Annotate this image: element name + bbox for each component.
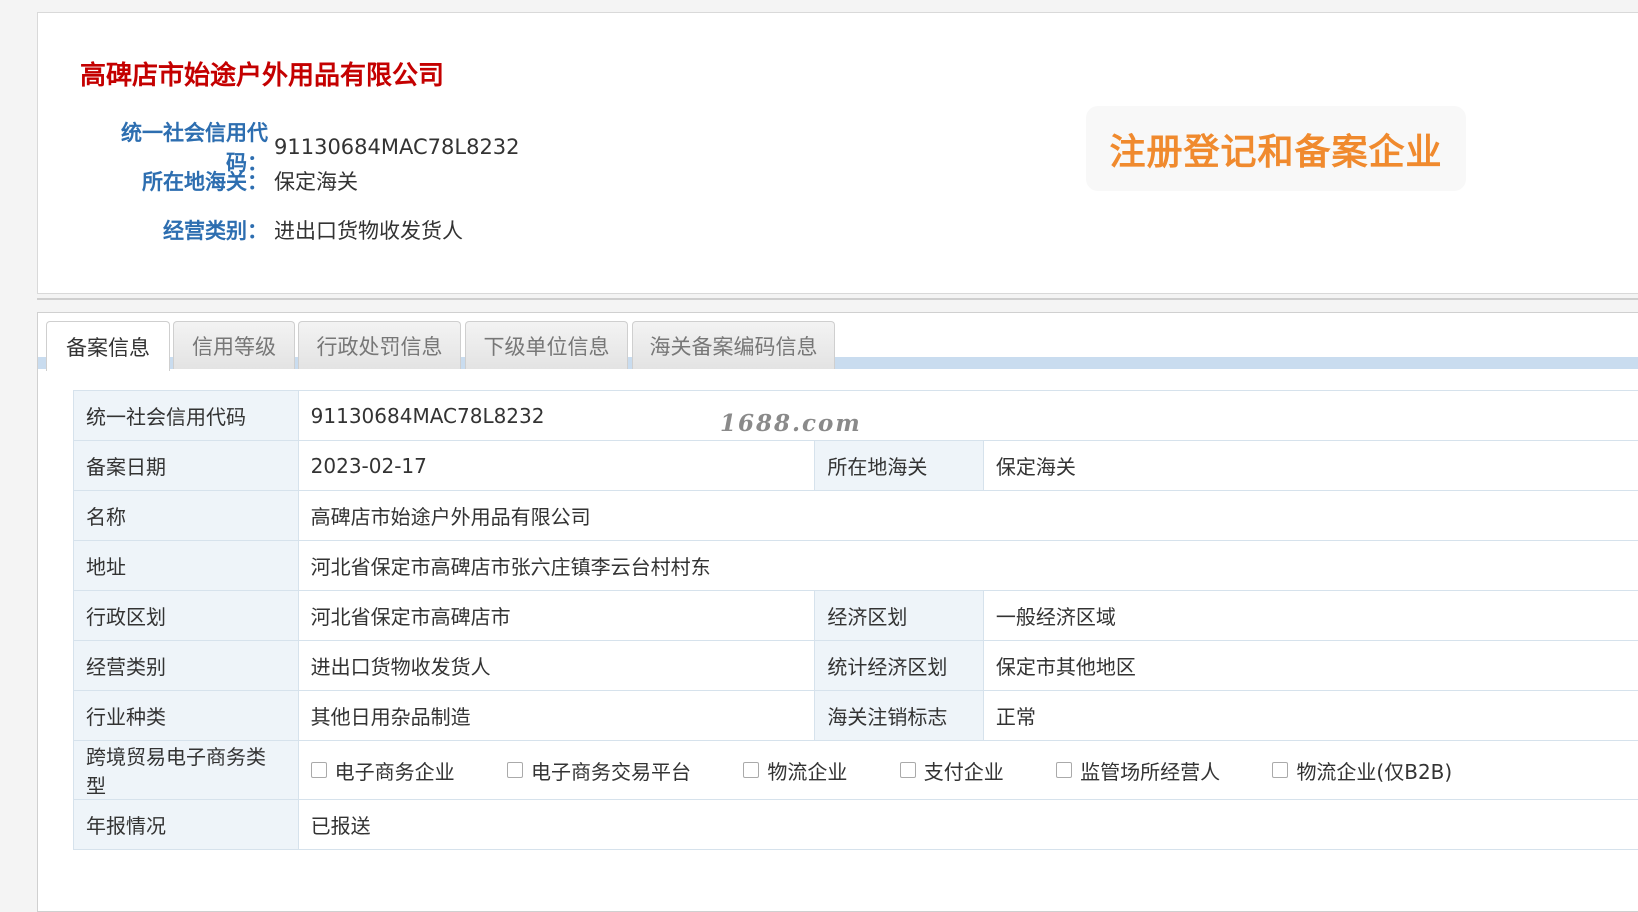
customs-row: 所在地海关： 保定海关 — [80, 166, 358, 196]
ecommerce-type-label: 跨境贸易电子商务类型 — [74, 741, 299, 800]
table-row: 行业种类 其他日用杂品制造 海关注销标志 正常 — [74, 691, 1638, 741]
checkbox-icon — [743, 762, 759, 778]
checkbox-icon — [1272, 762, 1288, 778]
tab-panel: 备案信息 信用等级 行政处罚信息 下级单位信息 海关备案编码信息 统一社会信用代… — [37, 312, 1638, 912]
ecommerce-type-options: 电子商务企业 电子商务交易平台 物流企业 支付企业 监管场所经营人 物流企业(仅… — [298, 741, 1638, 800]
tab-customs-record-code[interactable]: 海关备案编码信息 — [632, 321, 835, 369]
credit-code-cell-value: 91130684MAC78L8232 — [298, 391, 1638, 441]
record-date-value: 2023-02-17 — [298, 441, 815, 491]
table-row: 跨境贸易电子商务类型 电子商务企业 电子商务交易平台 物流企业 支付企业 监管场… — [74, 741, 1638, 800]
tab-subordinate-units[interactable]: 下级单位信息 — [465, 321, 628, 369]
company-name-title: 高碑店市始途户外用品有限公司 — [80, 55, 444, 92]
payment-enterprise-checkbox[interactable]: 支付企业 — [900, 756, 1004, 785]
ecommerce-enterprise-checkbox[interactable]: 电子商务企业 — [311, 756, 455, 785]
address-value: 河北省保定市高碑店市张六庄镇李云台村村东 — [298, 541, 1638, 591]
section-divider — [37, 298, 1638, 300]
econ-region-value: 一般经济区域 — [983, 591, 1638, 641]
business-type-cell-label: 经营类别 — [74, 641, 299, 691]
table-row: 行政区划 河北省保定市高碑店市 经济区划 一般经济区域 — [74, 591, 1638, 641]
logistics-b2b-checkbox[interactable]: 物流企业(仅B2B) — [1272, 756, 1452, 785]
tab-credit-rating[interactable]: 信用等级 — [173, 321, 295, 369]
ecommerce-platform-checkbox[interactable]: 电子商务交易平台 — [507, 756, 691, 785]
econ-region-label: 经济区划 — [815, 591, 983, 641]
record-date-label: 备案日期 — [74, 441, 299, 491]
stat-region-value: 保定市其他地区 — [983, 641, 1638, 691]
tab-admin-penalty[interactable]: 行政处罚信息 — [298, 321, 461, 369]
registration-badge-text: 注册登记和备案企业 — [1109, 123, 1442, 175]
annual-report-label: 年报情况 — [74, 800, 299, 850]
admin-region-value: 河北省保定市高碑店市 — [298, 591, 815, 641]
checkbox-icon — [507, 762, 523, 778]
customs-cell-value: 保定海关 — [983, 441, 1638, 491]
logistics-enterprise-checkbox[interactable]: 物流企业 — [743, 756, 847, 785]
name-value: 高碑店市始途户外用品有限公司 — [298, 491, 1638, 541]
business-type-row: 经营类别： 进出口货物收发货人 — [80, 215, 463, 245]
stat-region-label: 统计经济区划 — [815, 641, 983, 691]
business-type-cell-value: 进出口货物收发货人 — [298, 641, 815, 691]
checkbox-icon — [311, 762, 327, 778]
registration-badge: 注册登记和备案企业 — [1086, 106, 1466, 191]
watermark-text: 1688.com — [720, 410, 862, 437]
tab-record-info[interactable]: 备案信息 — [46, 321, 170, 371]
table-row: 备案日期 2023-02-17 所在地海关 保定海关 — [74, 441, 1638, 491]
tab-strip: 备案信息 信用等级 行政处罚信息 下级单位信息 海关备案编码信息 — [38, 313, 1638, 369]
customs-value: 保定海关 — [274, 166, 358, 196]
business-type-label: 经营类别： — [80, 215, 268, 245]
credit-code-value: 91130684MAC78L8232 — [274, 135, 520, 159]
record-info-table: 统一社会信用代码 91130684MAC78L8232 备案日期 2023-02… — [73, 390, 1638, 850]
admin-region-label: 行政区划 — [74, 591, 299, 641]
checkbox-icon — [900, 762, 916, 778]
address-label: 地址 — [74, 541, 299, 591]
customs-label: 所在地海关： — [80, 166, 268, 196]
name-label: 名称 — [74, 491, 299, 541]
industry-label: 行业种类 — [74, 691, 299, 741]
cancel-flag-label: 海关注销标志 — [815, 691, 983, 741]
company-summary-panel: 高碑店市始途户外用品有限公司 统一社会信用代码： 91130684MAC78L8… — [37, 12, 1638, 294]
table-row: 年报情况 已报送 — [74, 800, 1638, 850]
annual-report-value: 已报送 — [298, 800, 1638, 850]
table-row: 地址 河北省保定市高碑店市张六庄镇李云台村村东 — [74, 541, 1638, 591]
table-row: 名称 高碑店市始途户外用品有限公司 — [74, 491, 1638, 541]
cancel-flag-value: 正常 — [983, 691, 1638, 741]
business-type-value: 进出口货物收发货人 — [274, 215, 463, 245]
industry-value: 其他日用杂品制造 — [298, 691, 815, 741]
supervision-site-operator-checkbox[interactable]: 监管场所经营人 — [1056, 756, 1220, 785]
credit-code-cell-label: 统一社会信用代码 — [74, 391, 299, 441]
customs-cell-label: 所在地海关 — [815, 441, 983, 491]
table-row: 经营类别 进出口货物收发货人 统计经济区划 保定市其他地区 — [74, 641, 1638, 691]
checkbox-icon — [1056, 762, 1072, 778]
